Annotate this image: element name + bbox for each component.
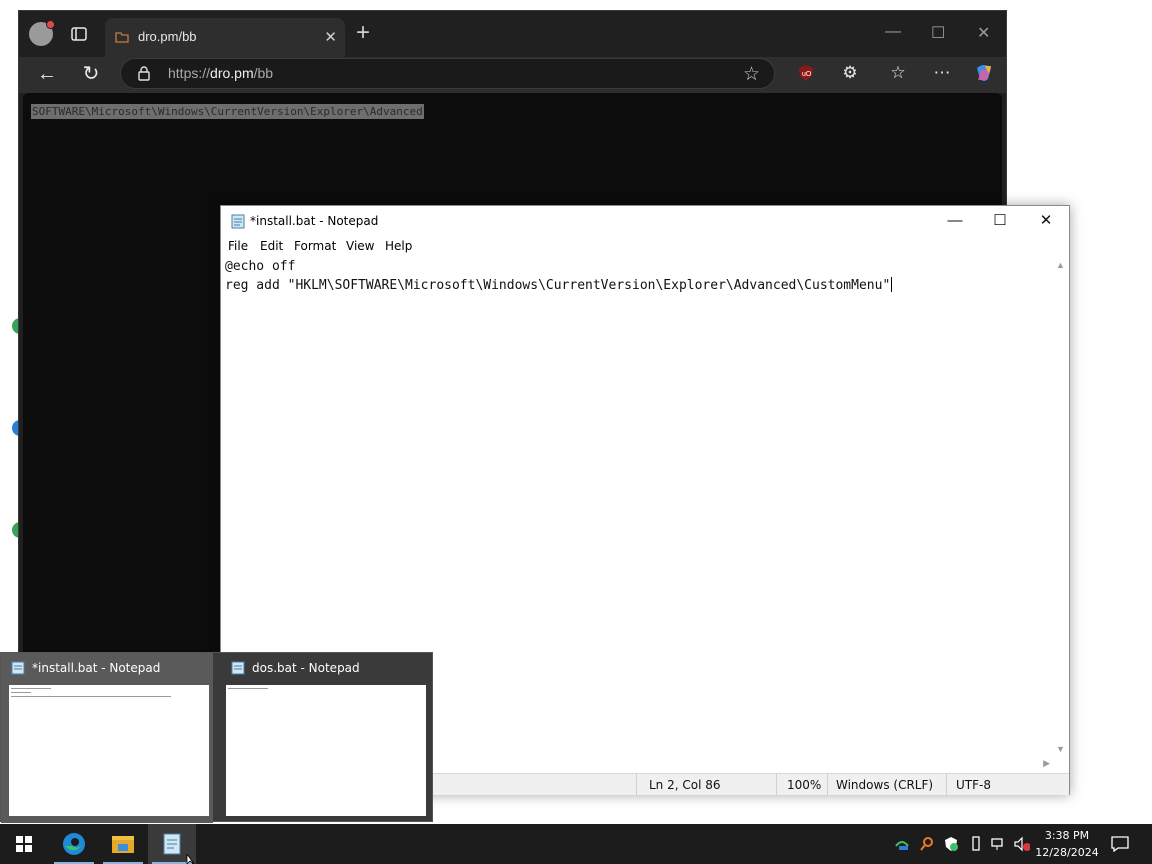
scroll-down-icon[interactable]: ▼ bbox=[1056, 744, 1065, 754]
thumbnail-title: *install.bat - Notepad bbox=[32, 661, 161, 675]
thumbnail-preview bbox=[226, 685, 426, 816]
maximize-icon[interactable]: ☐ bbox=[978, 210, 1022, 232]
maximize-icon[interactable]: ☐ bbox=[931, 23, 945, 43]
file-explorer-icon bbox=[112, 836, 134, 853]
page-favicon-icon bbox=[115, 32, 129, 43]
minimize-icon[interactable]: — bbox=[933, 210, 977, 232]
thumbnail-install-bat[interactable]: *install.bat - Notepad bbox=[1, 653, 213, 823]
thumbnail-preview bbox=[9, 685, 209, 816]
editor-line: @echo off bbox=[225, 259, 296, 274]
volume-muted-icon[interactable] bbox=[1014, 836, 1030, 852]
favorite-star-icon[interactable]: ☆ bbox=[743, 63, 760, 86]
taskbar-thumbnail-flyout: *install.bat - Notepad dos.bat - Notepad bbox=[0, 652, 433, 823]
selected-text[interactable]: SOFTWARE\Microsoft\Windows\CurrentVersio… bbox=[31, 104, 424, 119]
minimize-icon[interactable]: — bbox=[885, 23, 901, 41]
clock-time: 3:38 PM bbox=[1044, 829, 1090, 842]
tab-title: dro.pm/bb bbox=[138, 29, 197, 44]
close-tab-icon[interactable]: ✕ bbox=[324, 28, 337, 46]
usb-device-icon[interactable] bbox=[968, 836, 984, 852]
ublock-extension-icon[interactable]: uO bbox=[795, 62, 817, 84]
network-icon[interactable] bbox=[991, 836, 1007, 852]
zoom-level: 100% bbox=[787, 778, 822, 792]
title-bar[interactable]: *install.bat - Notepad — ☐ ✕ bbox=[221, 206, 1069, 236]
tab-actions-icon[interactable] bbox=[69, 24, 89, 44]
copilot-icon[interactable] bbox=[973, 62, 995, 84]
menu-format[interactable]: Format bbox=[294, 239, 336, 253]
editor-line: reg add "HKLM\SOFTWARE\Microsoft\Windows… bbox=[225, 277, 893, 293]
browser-tab[interactable]: dro.pm/bb ✕ bbox=[105, 18, 345, 57]
notepad-icon bbox=[11, 661, 25, 675]
menu-help[interactable]: Help bbox=[385, 239, 412, 253]
svg-text:uO: uO bbox=[802, 71, 812, 78]
thumbnail-dos-bat[interactable]: dos.bat - Notepad bbox=[221, 653, 433, 823]
menu-bar: File Edit Format View Help bbox=[221, 236, 1069, 258]
refresh-icon[interactable]: ↻ bbox=[79, 62, 103, 86]
search-tool-icon[interactable] bbox=[919, 836, 935, 852]
start-button[interactable] bbox=[0, 824, 48, 864]
close-window-icon[interactable]: ✕ bbox=[977, 23, 990, 43]
notifications-icon[interactable] bbox=[1111, 836, 1129, 852]
new-tab-icon[interactable]: + bbox=[356, 21, 370, 45]
taskbar-file-explorer[interactable] bbox=[99, 824, 147, 864]
menu-file[interactable]: File bbox=[228, 239, 248, 253]
vertical-scrollbar[interactable]: ▲ ▼ bbox=[1053, 258, 1069, 756]
encoding: UTF-8 bbox=[956, 778, 991, 792]
back-icon[interactable]: ← bbox=[35, 62, 59, 86]
security-shield-icon[interactable] bbox=[943, 836, 959, 852]
taskbar: 3:38 PM 12/28/2024 bbox=[0, 824, 1152, 864]
close-icon[interactable]: ✕ bbox=[1024, 210, 1068, 232]
tab-bar: dro.pm/bb ✕ + — ☐ ✕ bbox=[19, 11, 1006, 57]
notepad-icon bbox=[231, 661, 245, 675]
window-title: *install.bat - Notepad bbox=[250, 214, 379, 228]
clock[interactable]: 3:38 PM 12/28/2024 bbox=[1032, 827, 1102, 861]
taskbar-edge[interactable] bbox=[50, 824, 98, 864]
menu-edit[interactable]: Edit bbox=[260, 239, 283, 253]
mouse-cursor-icon bbox=[186, 854, 195, 864]
notepad-icon bbox=[231, 214, 245, 229]
text-caret bbox=[891, 277, 893, 292]
profile-avatar-icon[interactable] bbox=[29, 20, 55, 46]
line-endings: Windows (CRLF) bbox=[836, 778, 934, 792]
menu-view[interactable]: View bbox=[346, 239, 374, 253]
address-bar[interactable]: https://dro.pm/bb ☆ bbox=[120, 58, 775, 89]
toolbar: ← ↻ https://dro.pm/bb ☆ uO ⚙ ☆ ⋯ bbox=[19, 57, 1006, 93]
start-icon bbox=[16, 836, 32, 852]
extensions-icon[interactable]: ⚙ bbox=[839, 62, 861, 84]
scroll-right-icon[interactable]: ▶ bbox=[1043, 758, 1050, 769]
url-text: https://dro.pm/bb bbox=[168, 65, 274, 81]
more-options-icon[interactable]: ⋯ bbox=[931, 62, 953, 84]
thumbnail-title: dos.bat - Notepad bbox=[252, 661, 360, 675]
edge-icon bbox=[63, 833, 85, 855]
lock-icon bbox=[138, 66, 150, 81]
scroll-up-icon[interactable]: ▲ bbox=[1056, 260, 1065, 270]
network-sync-icon[interactable] bbox=[894, 836, 910, 852]
clock-date: 12/28/2024 bbox=[1035, 846, 1099, 859]
cursor-position: Ln 2, Col 86 bbox=[649, 778, 721, 792]
favorites-icon[interactable]: ☆ bbox=[887, 62, 909, 84]
